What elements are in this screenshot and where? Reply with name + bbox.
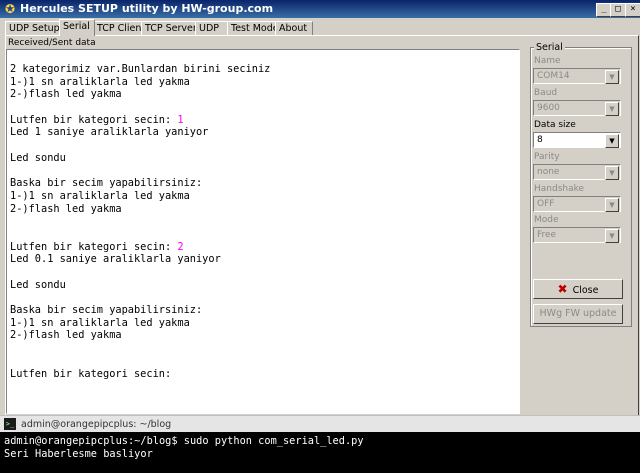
window-title: Hercules SETUP utility by HW-group.com bbox=[20, 2, 274, 15]
received-line: Led sondu bbox=[10, 152, 270, 165]
hercules-app-icon: ✪ bbox=[4, 2, 16, 16]
close-window-button[interactable]: × bbox=[625, 3, 640, 17]
received-line: 1-)1 sn araliklarla led yakma bbox=[10, 317, 270, 330]
baud-value: 9600 bbox=[537, 103, 560, 113]
received-line bbox=[10, 355, 270, 368]
terminal-titlebar: >_ admin@orangepipcplus: ~/blog bbox=[0, 415, 640, 433]
received-line-text: 2-)flash led yakma bbox=[10, 88, 122, 101]
handshake-value: OFF bbox=[537, 199, 555, 209]
close-port-label: Close bbox=[572, 285, 599, 296]
sent-echo-text: 2 bbox=[177, 240, 184, 253]
terminal-output-line: Seri Haberlesme basliyor bbox=[4, 448, 153, 460]
received-line-text: 1-)1 sn araliklarla led yakma bbox=[10, 316, 190, 329]
window-titlebar: ✪ Hercules SETUP utility by HW-group.com… bbox=[0, 0, 640, 18]
tab-udp[interactable]: UDP bbox=[195, 21, 228, 36]
received-line-text: 1-)1 sn araliklarla led yakma bbox=[10, 75, 190, 88]
received-line bbox=[10, 101, 270, 114]
baud-label: Baud bbox=[534, 88, 558, 98]
close-x-icon: ✖ bbox=[557, 282, 568, 296]
received-line: Led sondu bbox=[10, 279, 270, 292]
received-line: 2-)flash led yakma bbox=[10, 329, 270, 342]
received-data-scrollbar[interactable] bbox=[522, 49, 526, 414]
hwg-fw-update-button[interactable]: HWg FW update bbox=[533, 304, 623, 324]
parity-value: none bbox=[537, 167, 560, 177]
received-line: 2-)flash led yakma bbox=[10, 88, 270, 101]
received-line-text: Lutfen bir kategori secin: bbox=[10, 240, 178, 253]
chevron-down-icon: ▼ bbox=[605, 70, 619, 84]
received-line: Led 0.1 saniye araliklarla yaniyor bbox=[10, 253, 270, 266]
received-line bbox=[10, 228, 270, 241]
port-name-value: COM14 bbox=[537, 71, 570, 81]
maximize-button[interactable]: □ bbox=[610, 3, 626, 17]
chevron-down-icon: ▼ bbox=[605, 102, 619, 116]
mode-value: Free bbox=[537, 230, 557, 240]
received-line: Lutfen bir kategori secin: 2 bbox=[10, 241, 270, 254]
received-line bbox=[10, 139, 270, 152]
received-line bbox=[10, 165, 270, 178]
tab-tcp-client[interactable]: TCP Client bbox=[93, 21, 147, 36]
chevron-down-icon: ▼ bbox=[605, 229, 619, 243]
received-line: 2-)flash led yakma bbox=[10, 203, 270, 216]
chevron-down-icon: ▼ bbox=[605, 166, 619, 180]
received-line-text: Led sondu bbox=[10, 278, 66, 291]
tab-test-mode[interactable]: Test Mode bbox=[227, 21, 279, 36]
received-line bbox=[10, 215, 270, 228]
received-data-lines: 2 kategorimiz var.Bunlardan birini secin… bbox=[10, 63, 270, 380]
received-line-text: Led 1 saniye araliklarla yaniyor bbox=[10, 126, 209, 139]
terminal-window[interactable]: admin@orangepipcplus:~/blog$ sudo python… bbox=[0, 432, 640, 473]
handshake-label: Handshake bbox=[534, 184, 585, 194]
received-line-text: 1-)1 sn araliklarla led yakma bbox=[10, 189, 190, 202]
received-line-text: Led 0.1 saniye araliklarla yaniyor bbox=[10, 253, 221, 266]
parity-label: Parity bbox=[534, 152, 560, 162]
baud-select[interactable]: 9600 ▼ bbox=[533, 100, 621, 116]
received-line: Baska bir secim yapabilirsiniz: bbox=[10, 304, 270, 317]
received-line bbox=[10, 291, 270, 304]
sent-echo-text: 1 bbox=[177, 113, 184, 126]
received-line-text: Baska bir secim yapabilirsiniz: bbox=[10, 304, 203, 317]
tab-serial[interactable]: Serial bbox=[59, 19, 95, 36]
mode-label: Mode bbox=[534, 215, 559, 225]
terminal-icon: >_ bbox=[4, 418, 16, 430]
close-port-button[interactable]: ✖ Close bbox=[533, 279, 623, 299]
received-line: Led 1 saniye araliklarla yaniyor bbox=[10, 126, 270, 139]
received-line-text: 2 kategorimiz var.Bunlardan birini secin… bbox=[10, 63, 271, 75]
received-line-text: 2-)flash led yakma bbox=[10, 202, 122, 215]
received-line-text: Lutfen bir kategori secin: bbox=[10, 113, 178, 126]
received-line bbox=[10, 342, 270, 355]
chevron-down-icon: ▼ bbox=[605, 198, 619, 212]
data-size-label: Data size bbox=[534, 120, 576, 130]
received-line: Baska bir secim yapabilirsiniz: bbox=[10, 177, 270, 190]
received-sent-label: Received/Sent data bbox=[8, 38, 96, 48]
chevron-down-icon: ▼ bbox=[605, 134, 619, 148]
terminal-title: admin@orangepipcplus: ~/blog bbox=[21, 419, 172, 430]
received-line: 1-)1 sn araliklarla led yakma bbox=[10, 76, 270, 89]
received-line-text: Baska bir secim yapabilirsiniz: bbox=[10, 177, 203, 190]
received-data-textarea[interactable]: 2 kategorimiz var.Bunlardan birini secin… bbox=[6, 49, 520, 414]
received-line-text: Lutfen bir kategori secin: bbox=[10, 367, 172, 380]
received-line-text: Led sondu bbox=[10, 151, 66, 164]
tab-udp-setup[interactable]: UDP Setup bbox=[5, 21, 61, 36]
tab-about[interactable]: About bbox=[275, 21, 313, 36]
name-label: Name bbox=[534, 56, 561, 66]
data-size-select[interactable]: 8 ▼ bbox=[533, 132, 621, 148]
handshake-select[interactable]: OFF ▼ bbox=[533, 196, 621, 212]
terminal-command-line: admin@orangepipcplus:~/blog$ sudo python… bbox=[4, 435, 364, 447]
parity-select[interactable]: none ▼ bbox=[533, 164, 621, 180]
port-name-select[interactable]: COM14 ▼ bbox=[533, 68, 621, 84]
received-line bbox=[10, 266, 270, 279]
received-line: 2 kategorimiz var.Bunlardan birini secin… bbox=[10, 63, 270, 76]
received-line: Lutfen bir kategori secin: bbox=[10, 368, 270, 381]
mode-select[interactable]: Free ▼ bbox=[533, 227, 621, 243]
serial-group-title: Serial bbox=[534, 42, 565, 53]
received-line: 1-)1 sn araliklarla led yakma bbox=[10, 190, 270, 203]
tab-tcp-server[interactable]: TCP Server bbox=[141, 21, 201, 36]
data-size-value: 8 bbox=[537, 135, 543, 145]
received-line: Lutfen bir kategori secin: 1 bbox=[10, 114, 270, 127]
received-line-text: 2-)flash led yakma bbox=[10, 329, 122, 342]
